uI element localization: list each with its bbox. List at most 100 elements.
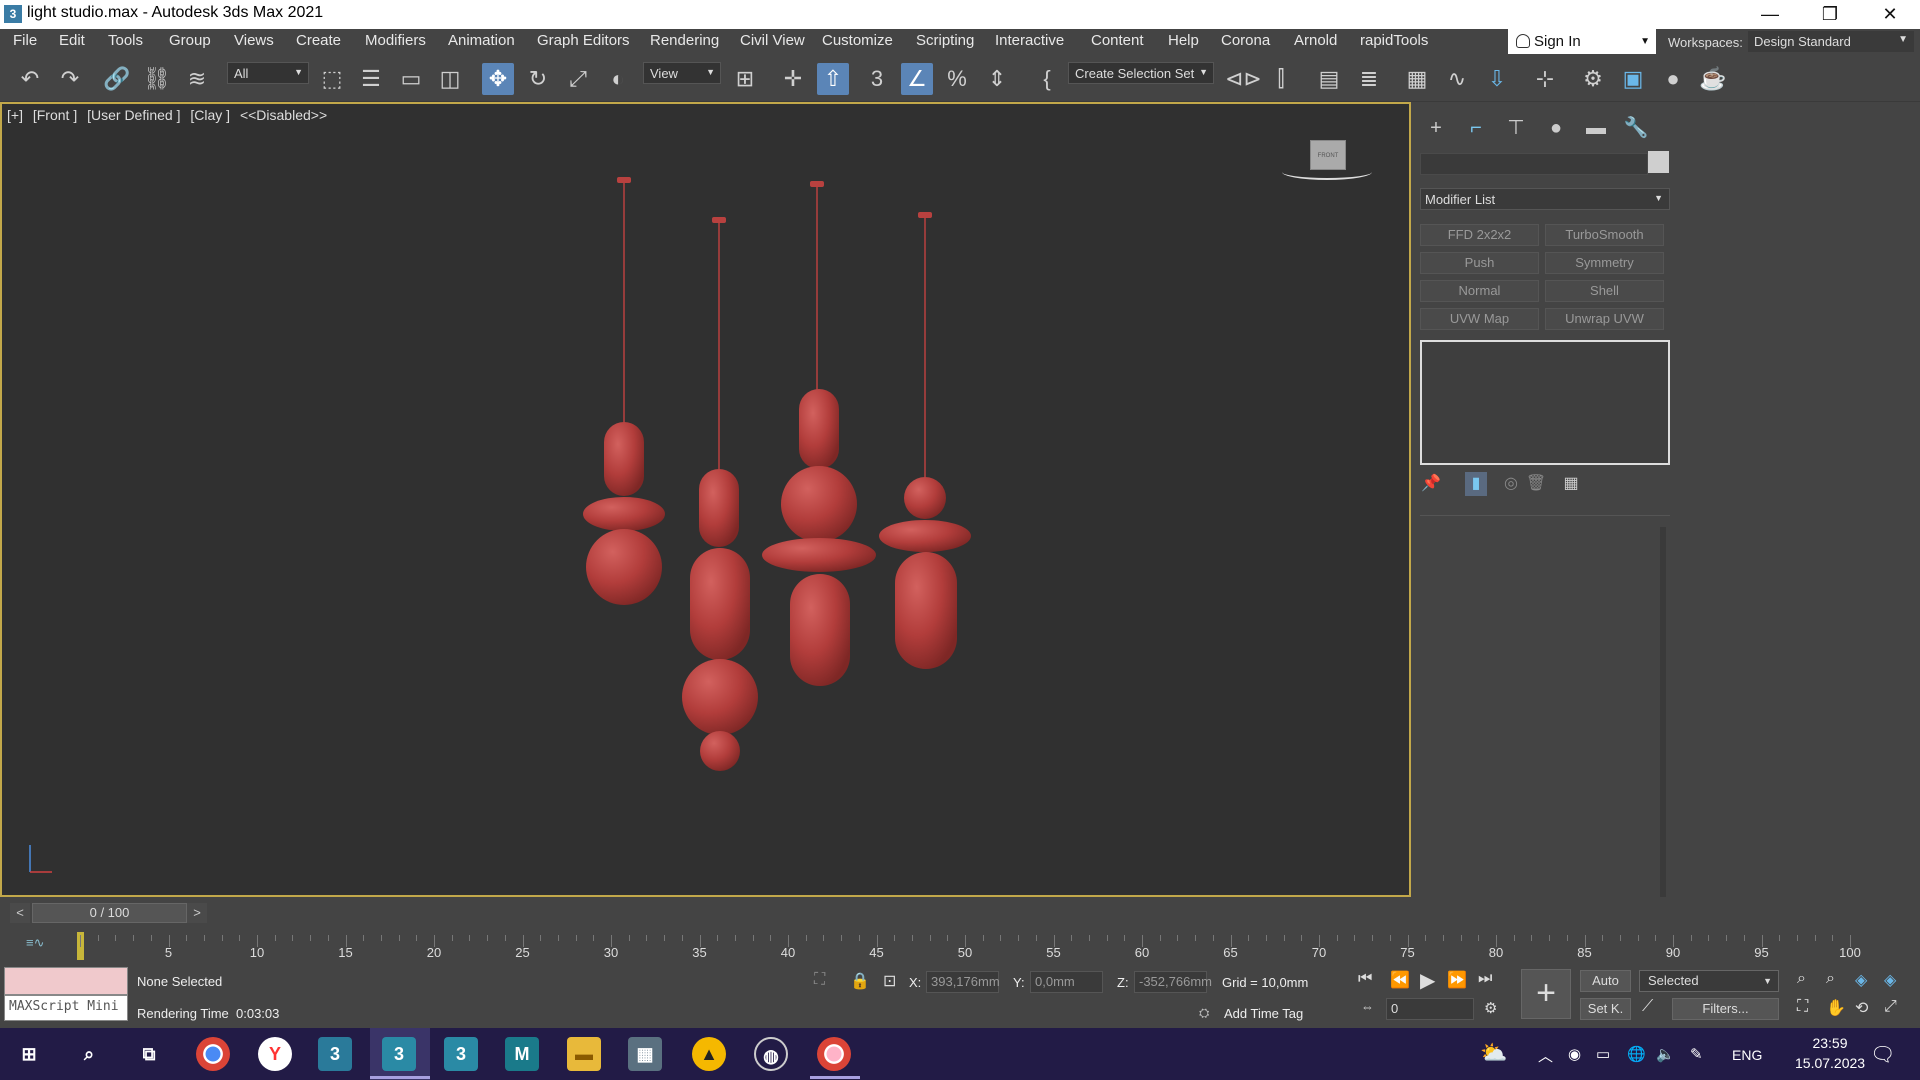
menu-corona[interactable]: Corona bbox=[1221, 32, 1270, 49]
remove-modifier-icon[interactable]: 🗑 bbox=[1525, 472, 1547, 496]
percent-snap-icon[interactable]: % bbox=[941, 63, 973, 95]
maximize-viewport-icon[interactable]: ⤢ bbox=[1884, 998, 1897, 1016]
bind-spacewarp-icon[interactable]: ≋ bbox=[181, 63, 213, 95]
pivot-center-icon[interactable]: ⊞ bbox=[729, 63, 761, 95]
unlink-icon[interactable]: ⛓ bbox=[141, 63, 173, 95]
undo-icon[interactable]: ↶ bbox=[14, 63, 46, 95]
notification-icon[interactable]: 🗨 bbox=[1870, 1042, 1895, 1067]
pendant-lamp-3[interactable] bbox=[762, 181, 876, 686]
menu-file[interactable]: File bbox=[13, 32, 37, 49]
time-configuration-icon[interactable]: ⚙ bbox=[1484, 999, 1497, 1017]
play-icon[interactable]: ▶ bbox=[1420, 968, 1435, 993]
select-and-scale-icon[interactable]: ⤢ bbox=[562, 63, 594, 95]
menu-help[interactable]: Help bbox=[1168, 32, 1199, 49]
modifier-uvw-map-button[interactable]: UVW Map bbox=[1420, 308, 1539, 330]
redo-icon[interactable]: ↷ bbox=[54, 63, 86, 95]
angle-snap-icon[interactable]: ∠ bbox=[901, 63, 933, 95]
absolute-mode-icon[interactable]: ⊡ bbox=[883, 971, 896, 991]
align-icon[interactable]: ⫿ bbox=[1265, 63, 1297, 95]
show-end-result-icon[interactable]: ▮ bbox=[1465, 472, 1487, 496]
dope-sheet-icon[interactable]: ⇩ bbox=[1481, 63, 1513, 95]
menu-views[interactable]: Views bbox=[234, 32, 274, 49]
select-and-rotate-icon[interactable]: ↻ bbox=[522, 63, 554, 95]
menu-rapidtools[interactable]: rapidTools bbox=[1360, 32, 1428, 49]
modifier-unwrap-uvw-button[interactable]: Unwrap UVW bbox=[1545, 308, 1664, 330]
layer-explorer-icon[interactable]: ≣ bbox=[1353, 63, 1385, 95]
menu-modifiers[interactable]: Modifiers bbox=[365, 32, 426, 49]
workspace-dropdown[interactable]: Design Standard ▼ bbox=[1748, 31, 1914, 52]
window-crossing-icon[interactable]: ◫ bbox=[434, 63, 466, 95]
previous-frame-icon[interactable]: ⏪ bbox=[1390, 970, 1410, 990]
isolate-selection-icon[interactable]: ⛶ bbox=[814, 971, 825, 989]
key-filter-dropdown[interactable]: Selected ▼ bbox=[1639, 970, 1779, 992]
time-prev-button[interactable]: < bbox=[10, 903, 30, 923]
clock[interactable]: 23:59 15.07.2023 bbox=[1795, 1035, 1865, 1071]
make-unique-icon[interactable]: ◎ bbox=[1500, 472, 1522, 496]
auto-key-button[interactable]: Auto bbox=[1580, 970, 1631, 992]
set-key-big-button[interactable]: + bbox=[1521, 969, 1571, 1019]
modify-tab-icon[interactable]: ⌐ bbox=[1461, 115, 1491, 141]
pendant-lamp-1[interactable] bbox=[583, 177, 665, 605]
chrome-icon[interactable] bbox=[196, 1037, 230, 1071]
next-frame-icon[interactable]: ⏩ bbox=[1447, 970, 1467, 990]
3dsmax-2019-icon[interactable]: 3 bbox=[318, 1037, 352, 1071]
menu-arnold[interactable]: Arnold bbox=[1294, 32, 1337, 49]
snaps-toggle-icon[interactable]: 3 bbox=[861, 63, 893, 95]
search-icon[interactable]: ⌕ bbox=[72, 1037, 106, 1071]
windows-start-icon[interactable]: ⊞ bbox=[12, 1037, 46, 1071]
zoom-all-icon[interactable]: ⌕ bbox=[1826, 970, 1835, 988]
time-slider[interactable]: 0 / 100 bbox=[32, 903, 187, 923]
zoom-extents-all-icon[interactable]: ◈ bbox=[1884, 970, 1896, 990]
calculator-icon[interactable]: ▦ bbox=[628, 1037, 662, 1071]
front-viewport[interactable]: [+] [Front ] [User Defined ] [Clay ] <<D… bbox=[0, 102, 1411, 897]
volume-icon[interactable]: 🔈 bbox=[1656, 1045, 1675, 1063]
modifier-turbosmooth-button[interactable]: TurboSmooth bbox=[1545, 224, 1664, 246]
modifier-list-dropdown[interactable]: Modifier List ▼ bbox=[1420, 188, 1670, 210]
sign-in-button[interactable]: Sign In ▼ bbox=[1508, 29, 1656, 54]
yandex-browser-icon[interactable]: Y bbox=[258, 1037, 292, 1071]
selection-filter-dropdown[interactable]: All ▼ bbox=[227, 62, 309, 84]
modifier-push-button[interactable]: Push bbox=[1420, 252, 1539, 274]
network-icon[interactable]: 🌐 bbox=[1627, 1045, 1646, 1063]
3dsmax-2021-icon[interactable]: 3 bbox=[382, 1037, 416, 1071]
z-coordinate-field[interactable]: -352,766mm bbox=[1134, 971, 1212, 993]
link-icon[interactable]: 🔗 bbox=[101, 63, 133, 95]
menu-edit[interactable]: Edit bbox=[59, 32, 85, 49]
selection-lock-icon[interactable]: 🔒 bbox=[850, 971, 870, 991]
chevron-up-icon[interactable]: ︿ bbox=[1538, 1045, 1553, 1066]
close-icon[interactable]: ✕ bbox=[1860, 0, 1920, 29]
pin-stack-icon[interactable]: 📌 bbox=[1420, 472, 1442, 496]
maxscript-mini-input[interactable]: MAXScript Mini bbox=[4, 995, 128, 1021]
keyboard-shortcut-toggle-icon[interactable]: ⇧ bbox=[817, 63, 849, 95]
select-and-move-icon[interactable]: ✥ bbox=[482, 63, 514, 95]
motion-tab-icon[interactable]: ● bbox=[1541, 115, 1571, 141]
zoom-icon[interactable]: ⌕ bbox=[1797, 970, 1806, 988]
chrome-profile-icon[interactable] bbox=[817, 1037, 851, 1071]
curve-editor-icon[interactable]: ∿ bbox=[1441, 63, 1473, 95]
task-view-icon[interactable]: ⧉ bbox=[132, 1037, 166, 1071]
time-next-button[interactable]: > bbox=[187, 903, 207, 923]
material-editor-icon[interactable]: ● bbox=[1657, 63, 1689, 95]
create-tab-icon[interactable]: + bbox=[1421, 115, 1451, 141]
rendered-frame-window-icon[interactable]: ▣ bbox=[1617, 63, 1649, 95]
tray-app-icon[interactable]: ◉ bbox=[1568, 1045, 1581, 1063]
rectangular-selection-icon[interactable]: ▭ bbox=[395, 63, 427, 95]
battery-icon[interactable]: ▭ bbox=[1596, 1045, 1610, 1063]
modifier-stack[interactable] bbox=[1420, 340, 1670, 465]
file-explorer-icon[interactable]: ▬ bbox=[567, 1037, 601, 1071]
menu-rendering[interactable]: Rendering bbox=[650, 32, 719, 49]
ribbon-toggle-icon[interactable]: ▦ bbox=[1401, 63, 1433, 95]
menu-customize[interactable]: Customize bbox=[822, 32, 893, 49]
modifier-shell-button[interactable]: Shell bbox=[1545, 280, 1664, 302]
obs-icon[interactable]: ◍ bbox=[754, 1037, 788, 1071]
schematic-view-icon[interactable]: ⊹ bbox=[1529, 63, 1561, 95]
pendant-lamp-4[interactable] bbox=[879, 212, 971, 669]
render-production-icon[interactable]: ☕ bbox=[1697, 63, 1729, 95]
select-by-name-icon[interactable]: ☰ bbox=[355, 63, 387, 95]
scene-objects[interactable] bbox=[2, 104, 1409, 895]
restore-icon[interactable]: ❐ bbox=[1800, 0, 1860, 29]
panel-scrollbar[interactable] bbox=[1660, 527, 1666, 897]
set-key-button[interactable]: Set K. bbox=[1580, 998, 1631, 1020]
zoom-extents-icon[interactable]: ◈ bbox=[1855, 970, 1867, 990]
pan-hand-icon[interactable]: ✋ bbox=[1826, 998, 1846, 1018]
